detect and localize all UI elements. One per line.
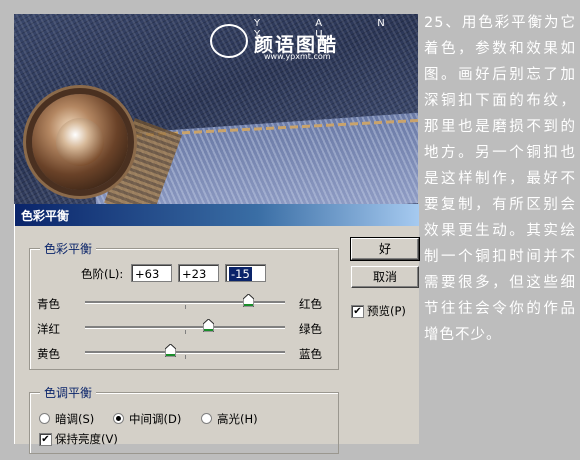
shadows-label: 暗调(S) xyxy=(55,412,95,426)
slider-center-tick xyxy=(185,330,186,334)
highlights-radio[interactable] xyxy=(201,413,212,424)
magenta-green-slider-track[interactable] xyxy=(85,326,285,329)
level-field-2[interactable]: +23 xyxy=(178,264,219,282)
magenta-green-slider-thumb[interactable] xyxy=(202,319,214,332)
highlights-label: 高光(H) xyxy=(217,412,258,426)
midtones-label: 中间调(D) xyxy=(129,412,182,426)
color-balance-dialog: 色彩平衡 色彩平衡 色阶(L): +63 +23 -15 青色 红色 洋红 绿色… xyxy=(14,204,420,454)
level-field-3[interactable]: -15 xyxy=(225,264,266,282)
slider-green-label: 绿色 xyxy=(299,322,322,336)
spiral-logo-icon xyxy=(210,24,248,58)
logo-url: www.ypxmt.com xyxy=(264,52,331,61)
slider-red-label: 红色 xyxy=(299,297,322,311)
copper-rivet xyxy=(32,94,128,190)
preserve-luminosity-checkbox[interactable]: ✔ xyxy=(39,433,52,446)
shadows-radio[interactable] xyxy=(39,413,50,424)
levels-label: 色阶(L): xyxy=(81,267,124,281)
slider-blue-label: 蓝色 xyxy=(299,347,322,361)
cyan-red-slider-track[interactable] xyxy=(85,301,285,304)
cyan-red-slider-thumb[interactable] xyxy=(242,294,254,307)
slider-cyan-label: 青色 xyxy=(37,297,60,311)
midtones-radio[interactable] xyxy=(113,413,124,424)
denim-rivet-photo: Y A N Y U 颜语图酷 www.ypxmt.com xyxy=(14,14,418,204)
slider-center-tick xyxy=(185,305,186,309)
preserve-luminosity-label: 保持亮度(V) xyxy=(55,432,118,446)
ok-button[interactable]: 好 xyxy=(350,237,420,261)
yellow-blue-slider-track[interactable] xyxy=(85,351,285,354)
slider-center-tick xyxy=(185,355,186,359)
dialog-titlebar[interactable]: 色彩平衡 xyxy=(15,204,419,226)
tone-balance-legend: 色调平衡 xyxy=(40,384,97,401)
tutorial-text: 25、用色彩平衡为它着色，参数和效果如图。画好后别忘了加深铜扣下面的布纹，那里也… xyxy=(424,15,576,343)
preview-label: 预览(P) xyxy=(367,304,406,318)
preview-checkbox[interactable]: ✔ xyxy=(351,305,364,318)
yellow-blue-slider-thumb[interactable] xyxy=(164,344,176,357)
rivet-highlight xyxy=(56,118,104,166)
cancel-button[interactable]: 取消 xyxy=(351,266,419,288)
color-balance-legend: 色彩平衡 xyxy=(40,240,97,257)
level-field-1[interactable]: +63 xyxy=(131,264,172,282)
slider-magenta-label: 洋红 xyxy=(37,322,60,336)
watermark-logo: Y A N Y U 颜语图酷 www.ypxmt.com xyxy=(210,18,418,61)
slider-yellow-label: 黄色 xyxy=(37,347,60,361)
dialog-title: 色彩平衡 xyxy=(21,209,70,223)
